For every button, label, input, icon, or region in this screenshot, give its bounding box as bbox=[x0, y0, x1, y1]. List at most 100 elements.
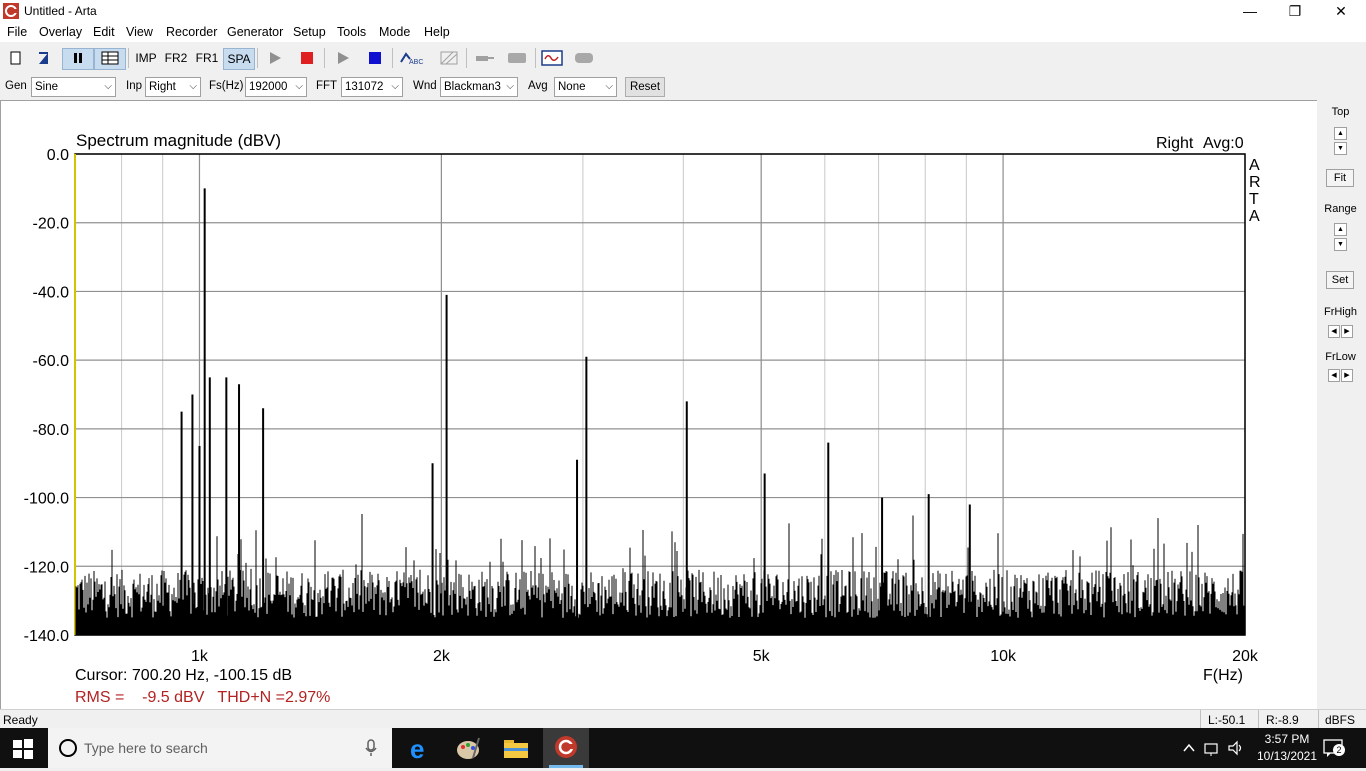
minimize-button[interactable]: — bbox=[1227, 0, 1273, 22]
pause-button[interactable] bbox=[62, 48, 94, 70]
toolbar-separator bbox=[392, 48, 393, 68]
menu-setup[interactable]: Setup bbox=[293, 25, 326, 39]
menu-mode[interactable]: Mode bbox=[379, 25, 410, 39]
spa-mode-button[interactable]: SPA bbox=[223, 48, 255, 70]
menu-overlay[interactable]: Overlay bbox=[39, 25, 82, 39]
inp-select[interactable]: Right ⌵ bbox=[145, 77, 201, 97]
frhigh-label: FrHigh bbox=[1323, 306, 1357, 318]
scope-icon[interactable] bbox=[540, 48, 564, 68]
chevron-down-icon: ⌵ bbox=[391, 81, 399, 92]
taskbar-date[interactable]: 10/13/2021 bbox=[1252, 749, 1322, 763]
gen-label: Gen bbox=[5, 80, 27, 92]
status-divider bbox=[1200, 710, 1201, 729]
spectrum-plot-area[interactable]: Spectrum magnitude (dBV) Right Avg:0 A R… bbox=[0, 100, 1317, 709]
y-tick-label: -120.0 bbox=[24, 559, 69, 576]
gen-value: Sine bbox=[35, 81, 59, 93]
y-tick-label: -140.0 bbox=[24, 628, 69, 645]
frhigh-left-arrow-icon[interactable]: ◀ bbox=[1328, 325, 1340, 338]
arta-taskbar-button[interactable] bbox=[543, 728, 589, 768]
x-tick-label: 20k bbox=[1232, 648, 1259, 665]
table-view-icon[interactable] bbox=[94, 48, 126, 70]
status-divider bbox=[1258, 710, 1259, 729]
toolbar-separator bbox=[257, 48, 258, 68]
frlow-right-arrow-icon[interactable]: ▶ bbox=[1341, 369, 1353, 382]
chevron-up-icon[interactable] bbox=[1183, 742, 1195, 754]
edge-browser-icon[interactable]: e bbox=[407, 734, 433, 764]
range-up-arrow-icon[interactable]: ▲ bbox=[1334, 223, 1347, 236]
paint-app-icon[interactable] bbox=[455, 736, 481, 762]
x-tick-label: 1k bbox=[191, 648, 209, 665]
maximize-button[interactable]: ❐ bbox=[1272, 0, 1318, 22]
menu-recorder[interactable]: Recorder bbox=[166, 25, 217, 39]
open-arrow-icon[interactable] bbox=[34, 48, 54, 68]
frlow-left-arrow-icon[interactable]: ◀ bbox=[1328, 369, 1340, 382]
menu-help[interactable]: Help bbox=[424, 25, 450, 39]
status-unit: dBFS bbox=[1325, 713, 1356, 727]
inp-value: Right bbox=[149, 81, 176, 93]
stop-red-icon[interactable] bbox=[296, 48, 318, 68]
range-label: Range bbox=[1324, 203, 1357, 215]
volume-icon[interactable] bbox=[1227, 740, 1245, 756]
top-down-arrow-icon[interactable]: ▼ bbox=[1334, 142, 1347, 155]
windows-start-icon[interactable] bbox=[12, 738, 34, 760]
meter-disabled-icon[interactable] bbox=[504, 48, 530, 68]
status-left-level: L:-50.1 bbox=[1208, 713, 1246, 727]
generator-play-icon[interactable] bbox=[332, 48, 354, 68]
chevron-down-icon: ⌵ bbox=[605, 81, 613, 92]
status-ready: Ready bbox=[3, 713, 38, 727]
menu-edit[interactable]: Edit bbox=[93, 25, 115, 39]
generator-stop-icon[interactable] bbox=[364, 48, 386, 68]
notification-badge: 2 bbox=[1333, 744, 1345, 756]
hatch-disabled-icon[interactable] bbox=[436, 48, 462, 68]
chart-title: Spectrum magnitude (dBV) bbox=[76, 131, 281, 150]
probe-icon[interactable] bbox=[472, 48, 498, 68]
new-file-icon[interactable] bbox=[6, 48, 26, 68]
x-tick-label: 10k bbox=[990, 648, 1017, 665]
close-button[interactable]: ✕ bbox=[1318, 0, 1364, 22]
search-icon bbox=[58, 738, 78, 758]
play-icon[interactable] bbox=[264, 48, 286, 68]
label-abc-icon[interactable]: ABC bbox=[398, 48, 424, 68]
top-label: Top bbox=[1331, 106, 1350, 118]
fft-select[interactable]: 131072 ⌵ bbox=[341, 77, 403, 97]
top-up-arrow-icon[interactable]: ▲ bbox=[1334, 127, 1347, 140]
watermark-letter: A bbox=[1249, 157, 1260, 174]
fr2-mode-button[interactable]: FR2 bbox=[162, 48, 190, 68]
network-icon[interactable] bbox=[1203, 740, 1221, 756]
range-down-arrow-icon[interactable]: ▼ bbox=[1334, 238, 1347, 251]
menu-view[interactable]: View bbox=[126, 25, 153, 39]
fr1-mode-button[interactable]: FR1 bbox=[193, 48, 221, 68]
plot-frame bbox=[74, 153, 1246, 636]
arta-app-icon bbox=[3, 3, 19, 19]
reset-button[interactable]: Reset bbox=[625, 77, 665, 97]
y-tick-label: -100.0 bbox=[24, 491, 69, 508]
avg-select[interactable]: None ⌵ bbox=[554, 77, 617, 97]
fs-select[interactable]: 192000 ⌵ bbox=[245, 77, 307, 97]
set-button[interactable]: Set bbox=[1326, 271, 1354, 289]
toolbar-separator bbox=[466, 48, 467, 68]
menu-generator[interactable]: Generator bbox=[227, 25, 283, 39]
taskbar-search-box[interactable]: Type here to search bbox=[48, 728, 392, 768]
y-tick-label: 0.0 bbox=[47, 147, 69, 164]
menu-tools[interactable]: Tools bbox=[337, 25, 366, 39]
notification-center-icon[interactable]: 2 bbox=[1323, 738, 1345, 758]
microphone-icon[interactable] bbox=[364, 739, 378, 757]
taskbar-time[interactable]: 3:57 PM bbox=[1256, 732, 1318, 746]
menu-file[interactable]: File bbox=[7, 25, 27, 39]
svg-text:e: e bbox=[410, 736, 424, 762]
imp-mode-button[interactable]: IMP bbox=[132, 48, 160, 68]
fft-value: 131072 bbox=[345, 81, 384, 93]
gen-select[interactable]: Sine ⌵ bbox=[31, 77, 116, 97]
record-disabled-icon[interactable] bbox=[572, 48, 596, 68]
noise-floor-trace bbox=[75, 514, 1245, 635]
wnd-select[interactable]: Blackman3 ⌵ bbox=[440, 77, 518, 97]
fit-button[interactable]: Fit bbox=[1326, 169, 1354, 187]
frhigh-right-arrow-icon[interactable]: ▶ bbox=[1341, 325, 1353, 338]
window-title: Untitled - Arta bbox=[24, 4, 97, 18]
fs-label: Fs(Hz) bbox=[209, 80, 244, 92]
taskbar: Type here to search e 3:57 PM 10/13/2021… bbox=[0, 728, 1366, 768]
file-explorer-icon[interactable] bbox=[503, 737, 529, 759]
spectrum-chart[interactable]: Spectrum magnitude (dBV) Right Avg:0 A R… bbox=[1, 101, 1317, 709]
y-tick-label: -80.0 bbox=[33, 422, 70, 439]
svg-text:ABC: ABC bbox=[409, 59, 423, 66]
